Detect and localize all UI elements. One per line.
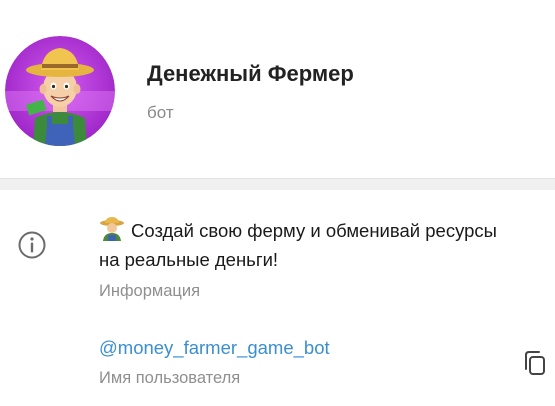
profile-header: Денежный Фермер бот <box>0 0 555 178</box>
bot-type-label: бот <box>147 103 174 122</box>
description-caption: Информация <box>99 282 201 300</box>
info-circle-icon <box>18 231 46 259</box>
copy-icon[interactable] <box>522 349 548 377</box>
section-divider <box>0 178 555 190</box>
bot-description: Создай свою ферму и обменивай ресурсы на… <box>99 216 519 274</box>
farmer-emoji-icon <box>100 217 124 241</box>
farmer-avatar-icon <box>5 36 115 146</box>
username-link[interactable]: @money_farmer_game_bot <box>99 337 330 359</box>
bot-avatar[interactable] <box>5 36 115 146</box>
bot-description-text: Создай свою ферму и обменивай ресурсы на… <box>99 220 497 270</box>
bot-name: Денежный Фермер <box>147 61 354 86</box>
username-caption: Имя пользователя <box>99 369 241 387</box>
